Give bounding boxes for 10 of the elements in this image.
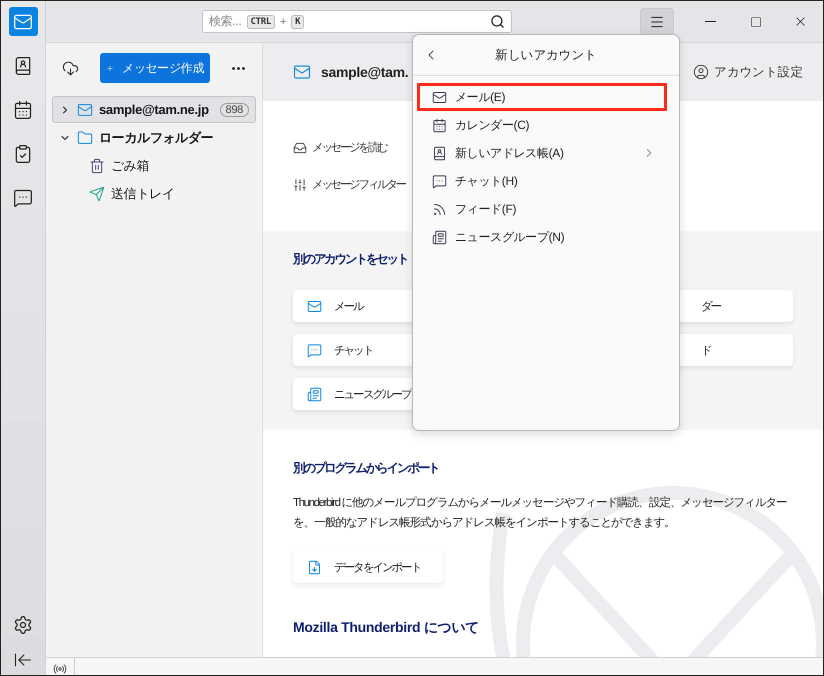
section-heading: 別のプログラムからインポート <box>293 460 440 477</box>
section-heading: 別のアカウントをセット <box>293 251 408 268</box>
shortcut-key: CTRL <box>246 14 275 28</box>
account-email: sample@tam. <box>321 64 408 80</box>
import-description: Thunderbird に他のメールプログラムからメールメッセージやフィード購読、設定、メッセージフィルターを、一般的なアドレス帳形式からアドレス帳をインポートすることができます。 <box>293 495 788 531</box>
section-heading: Mozilla Thunderbird について <box>293 619 480 637</box>
shortcut-key: K <box>291 14 304 28</box>
menu-title: 新しいアカウント <box>494 46 598 64</box>
unread-count: 898 <box>220 102 249 116</box>
plus-sign: + <box>280 16 286 28</box>
